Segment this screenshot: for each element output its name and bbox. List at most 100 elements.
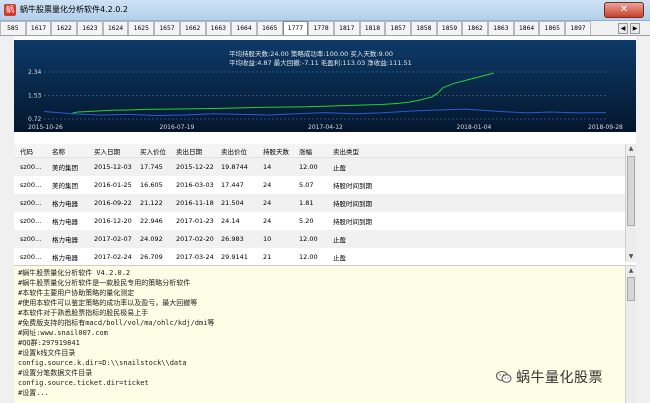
- table-cell: 2015-12-22: [176, 163, 214, 171]
- x-tick-label: 2015-10-26: [28, 124, 63, 131]
- wechat-icon: [496, 370, 512, 384]
- table-cell: 1.81: [299, 199, 314, 207]
- table-cell: 12.00: [299, 253, 318, 261]
- log-line: #本软件对于熟悉股票指标的股民极易上手: [18, 309, 149, 317]
- scroll-thumb[interactable]: [627, 156, 635, 226]
- table-row[interactable]: sz00... 格力电器 2016-09-22 21.122 2016-11-18 21.…: [14, 194, 636, 212]
- table-cell: 格力电器: [52, 218, 78, 226]
- table-cell: 26.983: [221, 235, 244, 243]
- log-line: #使用本软件可以鉴定策略的成功率以及盈亏，最大回撤等: [18, 299, 198, 307]
- table-row[interactable]: sz00... 美的集团 2015-12-03 17.745 2015-12-22 19.…: [14, 158, 636, 176]
- log-scroll-thumb[interactable]: [627, 277, 635, 301]
- table-cell: 10: [263, 235, 272, 243]
- table-cell: sz00...: [20, 199, 42, 207]
- tab-1624[interactable]: 1624: [102, 21, 129, 35]
- tab-1617[interactable]: 1617: [25, 21, 52, 35]
- tab-1778[interactable]: 1778: [308, 21, 334, 35]
- table-cell: 21: [263, 253, 272, 261]
- column-header[interactable]: 名称: [46, 146, 88, 156]
- table-row[interactable]: sz00... 格力电器 2016-12-20 22.946 2017-01-23 24.…: [14, 212, 636, 230]
- tab-1897[interactable]: 1897: [565, 21, 591, 35]
- y-tick-label: 2.34: [28, 69, 42, 76]
- tab-1857[interactable]: 1857: [385, 21, 411, 35]
- trade-table-header: 代码 名称 买入日期 买入价位 卖出日期 卖出价位 持股天数 涨幅 卖出类型: [14, 144, 636, 158]
- table-cell: 2017-02-24: [94, 253, 132, 261]
- window-title: 蜗牛股票量化分析软件4.2.0.2: [20, 5, 128, 14]
- table-cell: 5.20: [299, 217, 314, 225]
- table-cell: 2016-09-22: [94, 199, 132, 207]
- column-header[interactable]: 持股天数: [257, 146, 293, 156]
- table-cell: 2017-02-07: [94, 235, 132, 243]
- column-header[interactable]: 涨幅: [293, 146, 327, 156]
- column-header[interactable]: 买入价位: [134, 146, 170, 156]
- app-icon: 蜗: [4, 4, 16, 16]
- table-cell: sz00...: [20, 163, 42, 171]
- log-scrollbar[interactable]: ▲: [625, 266, 636, 403]
- x-tick-label: 2016-07-19: [160, 124, 195, 131]
- left-margin: [0, 36, 14, 403]
- log-line: #蜗牛股票量化分析软件 V4.2.0.2: [18, 269, 131, 277]
- log-line: #本软件主要用户协助策略的量化测定: [18, 289, 135, 297]
- tab-1818[interactable]: 1818: [359, 21, 386, 35]
- watermark-text: 蜗牛量化股票: [516, 370, 603, 386]
- scroll-up-arrow-icon[interactable]: ▲: [626, 144, 636, 154]
- table-cell: 12.00: [299, 235, 318, 243]
- tab-1863[interactable]: 1863: [488, 21, 514, 35]
- table-row[interactable]: sz00... 美的集团 2016-01-25 16.605 2016-03-03 17.…: [14, 176, 636, 194]
- equity-chart-svg: 平均持股天数:24.00 策略成功率:100.00 买入天数:9.00 平均收益…: [14, 40, 636, 132]
- table-cell: 2016-03-03: [176, 181, 214, 189]
- tab-scroll-right-button[interactable]: ▶: [630, 23, 640, 34]
- table-cell: 2016-11-18: [176, 199, 214, 207]
- table-cell: 17.745: [140, 163, 163, 171]
- tab-1865[interactable]: 1865: [539, 21, 566, 35]
- tab-1623[interactable]: 1623: [77, 21, 103, 35]
- table-cell: 止盈: [333, 254, 346, 262]
- table-cell: sz00...: [20, 235, 42, 243]
- table-row[interactable]: sz00... 格力电器 2017-02-24 26.709 2017-03-24 29.…: [14, 248, 636, 266]
- y-tick-label: 1.53: [28, 93, 42, 100]
- log-scroll-up-arrow-icon[interactable]: ▲: [626, 266, 636, 276]
- table-cell: 2017-02-20: [176, 235, 214, 243]
- watermark: 蜗牛量化股票: [496, 367, 603, 387]
- table-cell: 24: [263, 181, 272, 189]
- table-row[interactable]: sz00... 格力电器 2017-02-07 24.092 2017-02-20 26.…: [14, 230, 636, 248]
- column-header[interactable]: 卖出价位: [215, 146, 257, 156]
- tab-1622[interactable]: 1622: [51, 21, 78, 35]
- column-header[interactable]: 卖出日期: [170, 146, 215, 156]
- close-button[interactable]: ✕: [604, 2, 644, 18]
- table-cell: 格力电器: [52, 254, 78, 262]
- table-cell: 格力电器: [52, 236, 78, 244]
- tab-1859[interactable]: 1859: [436, 21, 463, 35]
- tab-1777[interactable]: 1777: [282, 21, 309, 35]
- column-header[interactable]: 卖出类型: [327, 146, 389, 156]
- table-cell: 持股时间到期: [333, 200, 372, 208]
- tab-1625[interactable]: 1625: [128, 21, 155, 35]
- tab-1664[interactable]: 1664: [231, 21, 257, 35]
- tab-1817[interactable]: 1817: [333, 21, 360, 35]
- tab-1665[interactable]: 1665: [256, 21, 283, 35]
- column-header[interactable]: 代码: [14, 146, 46, 156]
- log-line: #设置...: [18, 389, 49, 397]
- trade-table-scrollbar[interactable]: ▲ ▼: [625, 144, 636, 262]
- tab-1657[interactable]: 1657: [154, 21, 180, 35]
- table-cell: 美的集团: [52, 182, 78, 190]
- y-tick-label: 0.72: [28, 116, 42, 123]
- log-line: #网址:www.snail007.com: [18, 329, 108, 337]
- x-tick-label: 2018-01-04: [457, 124, 492, 131]
- tab-585[interactable]: 585: [0, 21, 26, 35]
- column-header[interactable]: 买入日期: [88, 146, 134, 156]
- tab-scroll-left-button[interactable]: ◀: [618, 23, 628, 34]
- equity-chart: 平均持股天数:24.00 策略成功率:100.00 买入天数:9.00 平均收益…: [14, 40, 636, 132]
- tab-1663[interactable]: 1663: [205, 21, 232, 35]
- scroll-down-arrow-icon[interactable]: ▼: [626, 252, 636, 262]
- tab-1662[interactable]: 1662: [179, 21, 206, 35]
- tab-1862[interactable]: 1862: [462, 21, 489, 35]
- right-margin: [636, 36, 650, 403]
- title-bar: 蜗 蜗牛股票量化分析软件4.2.0.2 ✕: [0, 0, 650, 21]
- table-cell: 2016-12-20: [94, 217, 132, 225]
- chart-stats-line-1: 平均持股天数:24.00 策略成功率:100.00 买入天数:9.00: [229, 49, 393, 58]
- log-line: #QQ群:297919841: [18, 339, 80, 347]
- table-cell: 持股时间到期: [333, 218, 372, 226]
- tab-1858[interactable]: 1858: [411, 21, 437, 35]
- tab-1864[interactable]: 1864: [513, 21, 540, 35]
